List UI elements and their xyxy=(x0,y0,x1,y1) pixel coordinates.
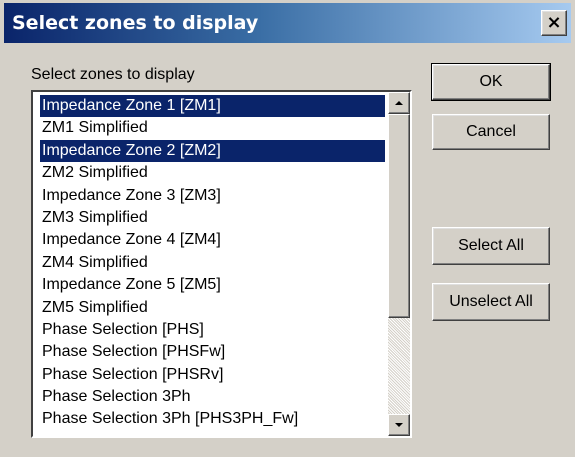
list-item[interactable]: Phase Selection 3Ph [PHS3PH_Fw] xyxy=(40,408,385,430)
arrow-up-icon xyxy=(395,101,403,105)
zones-list-label: Select zones to display xyxy=(31,66,195,83)
list-item[interactable]: ZM4 Simplified xyxy=(40,252,385,274)
window-title: Select zones to display xyxy=(12,12,259,34)
title-bar[interactable]: Select zones to display × xyxy=(4,3,571,43)
select-all-button-label: Select All xyxy=(458,237,524,254)
list-item[interactable]: Phase Selection [PHSRv] xyxy=(40,364,385,386)
close-icon: × xyxy=(546,12,562,33)
vertical-scrollbar[interactable] xyxy=(388,92,410,436)
list-item[interactable]: Impedance Zone 1 [ZM1] xyxy=(40,95,385,118)
scroll-up-button[interactable] xyxy=(388,92,410,114)
zones-listbox[interactable]: Impedance Zone 1 [ZM1] ZM1 Simplified Impe… xyxy=(31,90,412,438)
list-item[interactable]: Impedance Zone 3 [ZM3] xyxy=(40,185,385,207)
unselect-all-button[interactable]: Unselect All xyxy=(432,283,550,321)
arrow-down-icon xyxy=(395,423,403,427)
close-button[interactable]: × xyxy=(541,10,567,36)
list-item[interactable]: Phase Selection [PHSFw] xyxy=(40,341,385,363)
list-item[interactable]: ZM5 Simplified xyxy=(40,297,385,319)
select-all-button[interactable]: Select All xyxy=(432,227,550,265)
scroll-down-button[interactable] xyxy=(388,414,410,436)
zones-list-items: Impedance Zone 1 [ZM1] ZM1 Simplified Impe… xyxy=(40,95,385,431)
select-zones-dialog: Select zones to display × Select zones t… xyxy=(0,0,575,457)
list-item[interactable]: Impedance Zone 5 [ZM5] xyxy=(40,274,385,296)
ok-button-label: OK xyxy=(479,73,503,90)
list-item[interactable]: Phase Selection 3Ph xyxy=(40,386,385,408)
list-item[interactable]: Impedance Zone 4 [ZM4] xyxy=(40,229,385,251)
ok-button[interactable]: OK xyxy=(431,63,551,101)
list-item[interactable]: ZM1 Simplified xyxy=(40,117,385,139)
list-item[interactable]: Impedance Zone 2 [ZM2] xyxy=(40,139,385,163)
cancel-button-label: Cancel xyxy=(466,123,516,140)
scroll-thumb[interactable] xyxy=(388,114,410,318)
list-item[interactable]: ZM3 Simplified xyxy=(40,207,385,229)
list-item[interactable]: Phase Selection [PHS] xyxy=(40,319,385,341)
cancel-button[interactable]: Cancel xyxy=(432,114,550,150)
unselect-all-button-label: Unselect All xyxy=(449,293,533,310)
list-item[interactable]: ZM2 Simplified xyxy=(40,162,385,184)
